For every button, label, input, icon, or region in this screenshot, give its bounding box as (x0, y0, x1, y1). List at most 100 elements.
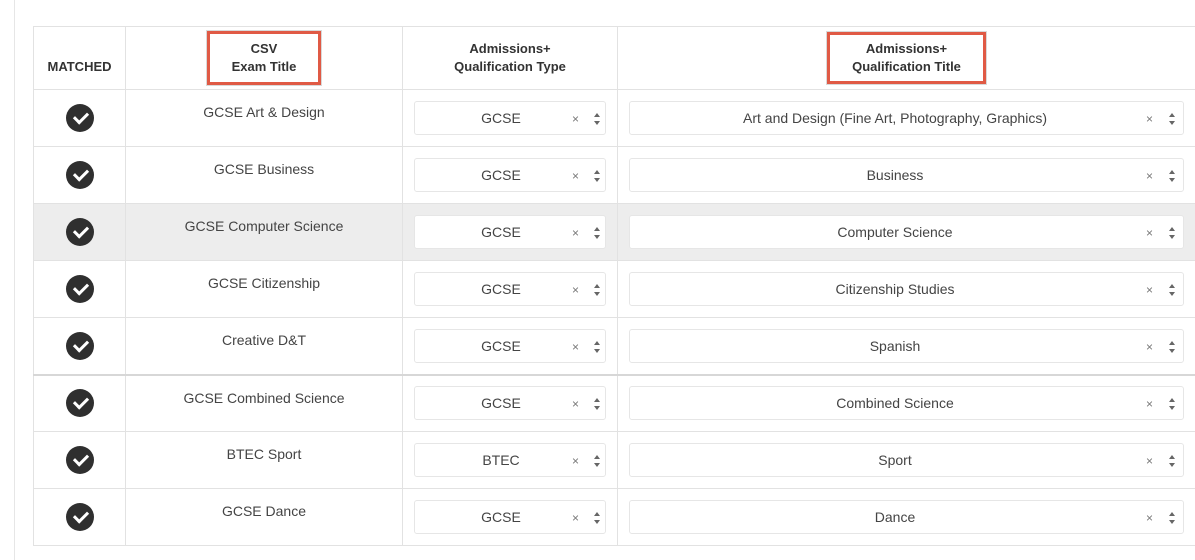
header-type-line1: Admissions+ (469, 41, 551, 56)
check-circle-icon (65, 446, 94, 474)
close-icon[interactable]: × (572, 102, 579, 136)
table-row: GCSE Dance GCSE × Dance × (33, 488, 1195, 546)
close-icon[interactable]: × (572, 330, 579, 364)
panel-left-border (14, 0, 15, 560)
close-icon[interactable]: × (1146, 216, 1153, 250)
qualification-type-select[interactable]: GCSE × (414, 215, 606, 249)
close-icon[interactable]: × (1146, 444, 1153, 478)
qualification-type-select[interactable]: GCSE × (414, 328, 606, 364)
qualification-type-value: GCSE (481, 224, 521, 240)
close-icon[interactable]: × (1146, 330, 1153, 364)
close-icon[interactable]: × (1146, 102, 1153, 136)
sort-arrows-icon[interactable] (593, 113, 600, 125)
sort-arrows-icon[interactable] (1168, 227, 1175, 239)
qualification-type-select[interactable]: GCSE × (414, 386, 606, 421)
qualification-title-cell: Business × (617, 146, 1195, 204)
qualification-type-select[interactable]: GCSE × (414, 101, 606, 135)
check-circle-icon (65, 161, 94, 189)
sort-arrows-icon[interactable] (593, 227, 600, 239)
qualification-title-select[interactable]: Citizenship Studies × (629, 272, 1184, 306)
qualification-title-select[interactable]: Dance × (629, 500, 1184, 534)
header-title-line1: Admissions+ (865, 41, 948, 56)
csv-exam-title: BTEC Sport (226, 446, 302, 462)
sort-arrows-icon[interactable] (593, 170, 600, 182)
csv-exam-title-cell: Creative D&T (125, 317, 403, 375)
matched-cell (33, 89, 126, 147)
header-matched-label: MATCHED (47, 59, 112, 74)
qualification-type-cell: GCSE × (402, 146, 618, 204)
qualification-type-value: GCSE (481, 167, 521, 183)
qualification-title-value: Combined Science (836, 395, 954, 412)
qualification-type-cell: GCSE × (402, 89, 618, 147)
qualification-title-select[interactable]: Business × (629, 158, 1184, 192)
sort-arrows-icon[interactable] (593, 512, 600, 524)
qualification-type-value: GCSE (481, 337, 521, 354)
close-icon[interactable]: × (572, 273, 579, 307)
matched-cell (33, 203, 126, 261)
qualification-title-select[interactable]: Spanish × (629, 328, 1184, 364)
close-icon[interactable]: × (1146, 159, 1153, 193)
qualification-type-select[interactable]: BTEC × (414, 443, 606, 477)
qualification-title-cell: Sport × (617, 431, 1195, 489)
table-header-row: MATCHED CSV Exam Title Admissions+ Quali… (33, 26, 1195, 90)
csv-exam-title-cell: BTEC Sport (125, 431, 403, 489)
close-icon[interactable]: × (1146, 273, 1153, 307)
csv-exam-title-cell: GCSE Art & Design (125, 89, 403, 147)
table-row: GCSE Business GCSE × Business × (33, 146, 1195, 204)
sort-arrows-icon[interactable] (593, 340, 600, 353)
qualification-title-select[interactable]: Art and Design (Fine Art, Photography, G… (629, 101, 1184, 135)
close-icon[interactable]: × (572, 444, 579, 478)
check-circle-icon (65, 218, 94, 246)
matched-cell (33, 260, 126, 318)
header-csv-line2: Exam Title (231, 59, 297, 74)
qualification-type-cell: GCSE × (402, 488, 618, 546)
header-csv-line1: CSV (250, 41, 278, 56)
sort-arrows-icon[interactable] (1168, 455, 1175, 467)
qualification-title-value: Citizenship Studies (835, 281, 955, 297)
qualification-type-cell: GCSE × (402, 317, 618, 375)
qualification-title-select[interactable]: Sport × (629, 443, 1184, 477)
qualification-type-value: GCSE (481, 395, 521, 412)
qualification-title-select[interactable]: Computer Science × (629, 215, 1184, 249)
matched-cell (33, 488, 126, 546)
csv-exam-title-cell: GCSE Citizenship (125, 260, 403, 318)
close-icon[interactable]: × (572, 216, 579, 250)
matched-cell (33, 146, 126, 204)
sort-arrows-icon[interactable] (593, 455, 600, 467)
sort-arrows-icon[interactable] (593, 398, 600, 411)
qualification-title-select[interactable]: Combined Science × (629, 386, 1184, 421)
close-icon[interactable]: × (572, 159, 579, 193)
qualification-type-cell: GCSE × (402, 260, 618, 318)
qualification-title-cell: Art and Design (Fine Art, Photography, G… (617, 89, 1195, 147)
header-qualification-type: Admissions+ Qualification Type (402, 26, 618, 90)
qualification-type-select[interactable]: GCSE × (414, 272, 606, 306)
sort-arrows-icon[interactable] (1168, 398, 1175, 411)
qualification-title-value: Sport (878, 452, 912, 468)
qualification-type-select[interactable]: GCSE × (414, 158, 606, 192)
close-icon[interactable]: × (1146, 387, 1153, 421)
qualification-title-cell: Dance × (617, 488, 1195, 546)
qualification-type-value: GCSE (481, 281, 521, 297)
csv-exam-title: GCSE Computer Science (184, 218, 344, 234)
check-circle-icon (65, 389, 94, 418)
qualification-type-select[interactable]: GCSE × (414, 500, 606, 534)
table-row: GCSE Computer Science GCSE × Computer Sc… (33, 203, 1195, 261)
close-icon[interactable]: × (1146, 501, 1153, 535)
sort-arrows-icon[interactable] (1168, 170, 1175, 182)
sort-arrows-icon[interactable] (1168, 512, 1175, 524)
qualification-type-cell: GCSE × (402, 203, 618, 261)
table-row: GCSE Combined Science GCSE × Combined Sc… (33, 373, 1195, 432)
qualification-type-value: GCSE (481, 509, 521, 525)
qualification-title-value: Dance (874, 509, 916, 525)
header-matched: MATCHED (33, 26, 126, 90)
check-circle-icon (65, 503, 94, 531)
close-icon[interactable]: × (572, 387, 579, 421)
sort-arrows-icon[interactable] (1168, 340, 1175, 353)
table-row: Creative D&T GCSE × Spanish × (33, 317, 1195, 375)
close-icon[interactable]: × (572, 501, 579, 535)
sort-arrows-icon[interactable] (593, 284, 600, 296)
sort-arrows-icon[interactable] (1168, 284, 1175, 296)
sort-arrows-icon[interactable] (1168, 113, 1175, 125)
qualification-mapping-table: MATCHED CSV Exam Title Admissions+ Quali… (33, 26, 1195, 546)
qualification-title-value: Business (866, 167, 924, 183)
